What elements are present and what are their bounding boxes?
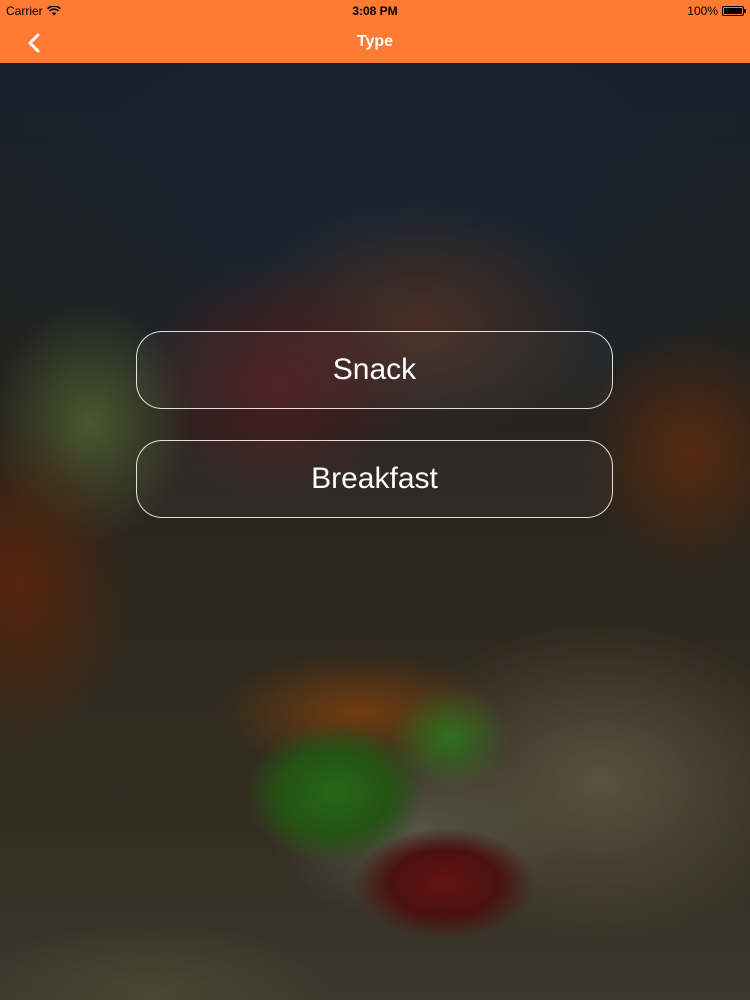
battery-percent: 100% xyxy=(687,4,718,18)
page-title: Type xyxy=(356,33,394,50)
battery-group: 100% xyxy=(687,4,746,18)
status-bar: Carrier 3:08 PM 100% xyxy=(0,0,750,22)
battery-icon xyxy=(722,6,746,16)
food-background-image xyxy=(0,63,750,1000)
snack-button[interactable]: Snack xyxy=(136,331,613,409)
status-time: 3:08 PM xyxy=(352,4,398,18)
breakfast-button[interactable]: Breakfast xyxy=(136,440,613,518)
navigation-bar: Type xyxy=(0,22,750,63)
